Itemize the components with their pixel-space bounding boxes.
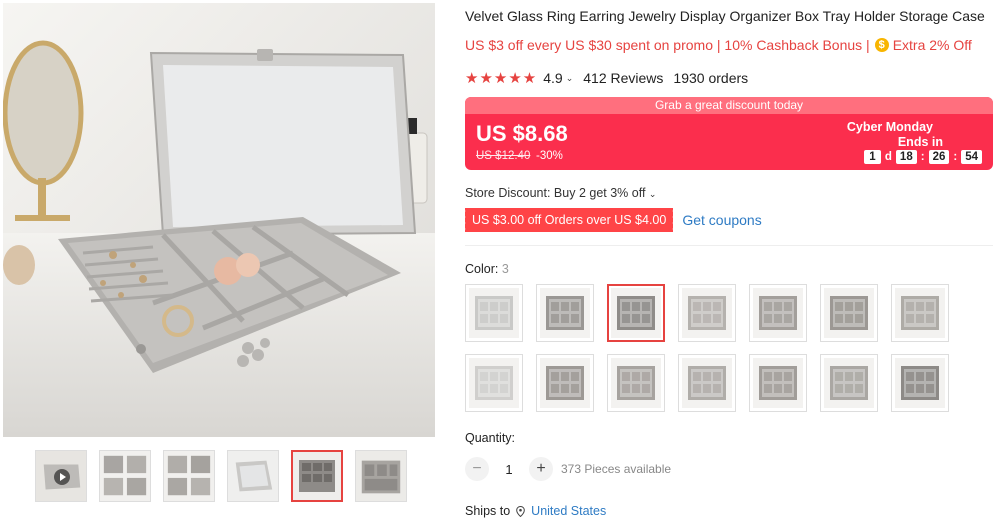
color-swatch[interactable] — [820, 284, 878, 342]
color-swatch-image — [895, 288, 945, 338]
thumbnail-video[interactable] — [35, 450, 87, 502]
color-swatch[interactable] — [536, 354, 594, 412]
location-pin-icon — [516, 505, 525, 517]
store-discount-text: Store Discount: Buy 2 get 3% off — [465, 186, 646, 200]
jewelry-box-photo — [3, 3, 435, 437]
thumbnail-image[interactable] — [355, 450, 407, 502]
color-swatch[interactable] — [820, 354, 878, 412]
color-swatch-image — [469, 288, 519, 338]
countdown-timer: 1 d 18 : 26 : 54 — [863, 150, 982, 164]
pieces-available: 373 Pieces available — [561, 462, 672, 476]
color-swatch-image — [611, 358, 661, 408]
color-swatch[interactable] — [749, 284, 807, 342]
quantity-value[interactable]: 1 — [489, 462, 529, 477]
orders-count: 1930 orders — [673, 70, 749, 86]
color-swatch[interactable] — [678, 284, 736, 342]
ships-to-label: Ships to — [465, 504, 511, 518]
play-icon — [54, 469, 70, 485]
reviews-link[interactable]: 412 Reviews — [583, 70, 663, 86]
color-swatch-image — [469, 358, 519, 408]
original-price: US $12.40 — [476, 150, 531, 162]
countdown-seconds: 54 — [961, 150, 982, 164]
color-swatch-selected[interactable] — [607, 284, 665, 342]
color-swatch[interactable] — [465, 354, 523, 412]
rating-value: 4.9 — [543, 70, 563, 86]
color-swatch-grid — [465, 284, 965, 412]
countdown-days-unit: d — [884, 151, 892, 163]
chevron-down-icon[interactable]: ⌄ — [566, 73, 574, 84]
countdown-hours: 18 — [895, 150, 917, 164]
color-swatch[interactable] — [891, 284, 949, 342]
color-swatch-image — [824, 288, 874, 338]
coupon-tag[interactable]: US $3.00 off Orders over US $4.00 — [462, 208, 674, 232]
chevron-down-icon: ⌄ — [648, 189, 657, 199]
ships-to-row: Ships to United States — [465, 504, 606, 518]
coupon-row: US $3.00 off Orders over US $4.00 Get co… — [462, 208, 762, 232]
color-swatch-image — [753, 288, 803, 338]
countdown-days: 1 — [863, 150, 881, 164]
get-coupons-link[interactable]: Get coupons — [682, 212, 761, 228]
promo-line: US $3 off every US $30 spent on promo | … — [465, 37, 972, 53]
color-swatch-image — [753, 358, 803, 408]
color-selected-value: 3 — [501, 262, 509, 276]
extra-off-text[interactable]: Extra 2% Off — [893, 37, 972, 53]
promo-text[interactable]: US $3 off every US $30 spent on promo | … — [465, 37, 870, 53]
color-swatch[interactable] — [536, 284, 594, 342]
color-swatch-image — [895, 358, 945, 408]
thumbnail-image[interactable] — [163, 450, 215, 502]
thumbnail-image[interactable] — [99, 450, 151, 502]
color-swatch-image — [611, 288, 661, 338]
color-swatch-image — [824, 358, 874, 408]
current-price: US $8.68 — [476, 121, 568, 146]
countdown-separator: : — [920, 151, 925, 163]
color-label-text: Color: — [465, 262, 499, 276]
coin-icon: $ — [874, 38, 889, 52]
decrease-quantity-button[interactable]: − — [465, 457, 489, 481]
increase-quantity-button[interactable]: + — [529, 457, 553, 481]
color-swatch[interactable] — [678, 354, 736, 412]
product-title: Velvet Glass Ring Earring Jewelry Displa… — [465, 8, 985, 24]
price-banner: Grab a great discount today US $8.68 US … — [465, 97, 993, 170]
countdown-separator: : — [953, 151, 958, 163]
color-label: Color: 3 — [465, 262, 509, 276]
color-swatch[interactable] — [465, 284, 523, 342]
star-rating-icon: ★★★★★ — [465, 70, 538, 87]
main-product-image[interactable] — [3, 3, 435, 437]
ship-country-link[interactable]: United States — [531, 504, 606, 518]
rating-row: ★★★★★ 4.9 ⌄ 412 Reviews 1930 orders — [465, 69, 748, 87]
ends-in-label: Ends in — [897, 135, 943, 149]
discount-percent: -30% — [536, 150, 563, 162]
color-swatch[interactable] — [891, 354, 949, 412]
color-swatch-image — [540, 288, 590, 338]
countdown-minutes: 26 — [928, 150, 950, 164]
color-swatch-image — [540, 358, 590, 408]
divider — [465, 245, 993, 246]
event-name: Cyber Monday — [846, 120, 933, 134]
color-swatch-image — [682, 358, 732, 408]
store-discount[interactable]: Store Discount: Buy 2 get 3% off ⌄ — [465, 186, 656, 200]
thumbnail-image[interactable] — [227, 450, 279, 502]
color-swatch[interactable] — [749, 354, 807, 412]
banner-headline: Grab a great discount today — [465, 97, 993, 114]
color-swatch[interactable] — [607, 354, 665, 412]
color-swatch-image — [682, 288, 732, 338]
quantity-label: Quantity: — [465, 431, 516, 445]
quantity-stepper: − 1 + 373 Pieces available — [465, 457, 671, 481]
thumbnail-image-selected[interactable] — [291, 450, 343, 502]
thumbnail-strip — [35, 450, 407, 504]
